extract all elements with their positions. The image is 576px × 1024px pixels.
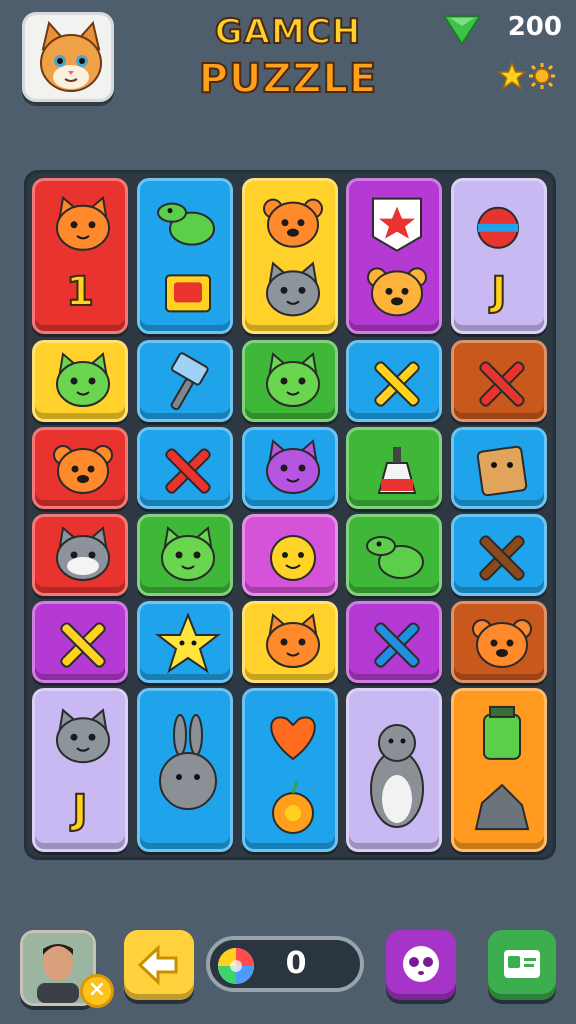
puzzle-tile[interactable] xyxy=(32,514,128,596)
puzzle-tile[interactable] xyxy=(242,427,338,509)
ghost-face-button[interactable] xyxy=(386,930,456,1000)
yellow-star-icon xyxy=(155,612,221,674)
green-jar-icon xyxy=(483,705,521,760)
orange-heart-icon xyxy=(270,716,316,761)
gray-cat-icon xyxy=(56,708,110,764)
rainbow-orb-icon xyxy=(216,946,256,990)
green-cat-icon xyxy=(161,526,215,581)
hammer-icon xyxy=(170,352,209,411)
puzzle-tile[interactable]: J xyxy=(451,178,547,334)
orange-cat-icon xyxy=(56,195,110,251)
green-cat-icon xyxy=(266,352,320,407)
gray-rabbit-icon xyxy=(159,714,217,810)
tile-label: 1 xyxy=(65,268,95,316)
puzzle-tile[interactable] xyxy=(242,514,338,596)
puzzle-tile[interactable] xyxy=(242,178,338,334)
orange-bear-icon xyxy=(472,619,532,668)
puzzle-tile[interactable] xyxy=(346,514,442,596)
close-icon[interactable]: × xyxy=(80,974,114,1008)
game-title-line1: GAMCH xyxy=(214,11,362,53)
puzzle-tile[interactable] xyxy=(32,340,128,422)
tile-label: J xyxy=(72,786,89,834)
green-cat-icon xyxy=(56,352,110,407)
gray-bear-icon xyxy=(370,724,424,828)
puzzle-tile[interactable] xyxy=(451,514,547,596)
puzzle-tile[interactable] xyxy=(451,688,547,852)
raccoon-icon xyxy=(56,526,110,581)
gray-cat-icon xyxy=(266,261,320,317)
orange-bear-icon xyxy=(263,198,323,248)
back-button[interactable] xyxy=(124,930,194,1000)
puzzle-tile[interactable] xyxy=(346,340,442,422)
red-x-icon xyxy=(479,361,525,407)
orange-bear-icon xyxy=(53,445,113,494)
puzzle-tile[interactable] xyxy=(346,178,442,334)
puzzle-tile[interactable] xyxy=(32,427,128,509)
puzzle-tile[interactable] xyxy=(137,688,233,852)
puzzle-tile[interactable] xyxy=(451,601,547,683)
green-dinosaur-icon xyxy=(157,202,215,246)
puzzle-tile[interactable] xyxy=(137,514,233,596)
green-dinosaur-icon xyxy=(366,536,424,579)
yellow-x-icon xyxy=(60,622,106,668)
green-gem-icon xyxy=(442,12,482,50)
yellow-cat-icon xyxy=(270,535,316,581)
red-box-icon xyxy=(165,274,211,313)
puzzle-tile[interactable] xyxy=(242,340,338,422)
puzzle-tile[interactable] xyxy=(137,601,233,683)
purple-cat-icon xyxy=(266,439,320,494)
brown-x-icon xyxy=(479,535,525,581)
bottom-bar: × 0 xyxy=(0,920,576,1024)
yellow-x-icon xyxy=(374,361,420,407)
card-button[interactable] xyxy=(488,930,556,1000)
puzzle-tile[interactable] xyxy=(137,178,233,334)
profile-button[interactable] xyxy=(22,12,114,102)
sun-icon xyxy=(528,62,556,94)
star-shield-icon xyxy=(372,197,422,252)
striped-ball-icon xyxy=(477,206,519,249)
puzzle-tile[interactable] xyxy=(242,688,338,852)
star-icon xyxy=(496,60,528,94)
orange-flower-icon xyxy=(272,780,314,835)
puzzle-tile[interactable] xyxy=(346,688,442,852)
puzzle-tile[interactable] xyxy=(137,427,233,509)
blue-x-icon xyxy=(374,622,420,668)
puzzle-tile[interactable]: 1 xyxy=(32,178,128,334)
orange-cat-icon xyxy=(266,613,320,668)
puzzle-tile[interactable] xyxy=(346,601,442,683)
puzzle-tile[interactable] xyxy=(137,340,233,422)
counter-value: 0 xyxy=(285,946,307,981)
puzzle-board: 1 J J xyxy=(24,170,556,860)
puzzle-tile[interactable] xyxy=(451,427,547,509)
puzzle-tile[interactable] xyxy=(242,601,338,683)
red-x-icon xyxy=(165,448,211,494)
gem-count: 200 xyxy=(507,12,562,42)
puzzle-tile[interactable] xyxy=(346,427,442,509)
puzzle-tile[interactable]: J xyxy=(32,688,128,852)
gray-rock-icon xyxy=(474,783,530,831)
score-counter: 0 xyxy=(206,936,364,992)
paint-bottle-icon xyxy=(377,447,417,494)
top-bar: GAMCH PUZZLE 200 xyxy=(0,0,576,150)
puzzle-tile[interactable] xyxy=(451,340,547,422)
puzzle-tile[interactable] xyxy=(32,601,128,683)
brown-block-icon xyxy=(476,445,528,497)
orange-tiger-icon xyxy=(367,267,427,317)
game-title-line2: PUZZLE xyxy=(198,55,378,103)
tile-label: J xyxy=(491,268,508,316)
